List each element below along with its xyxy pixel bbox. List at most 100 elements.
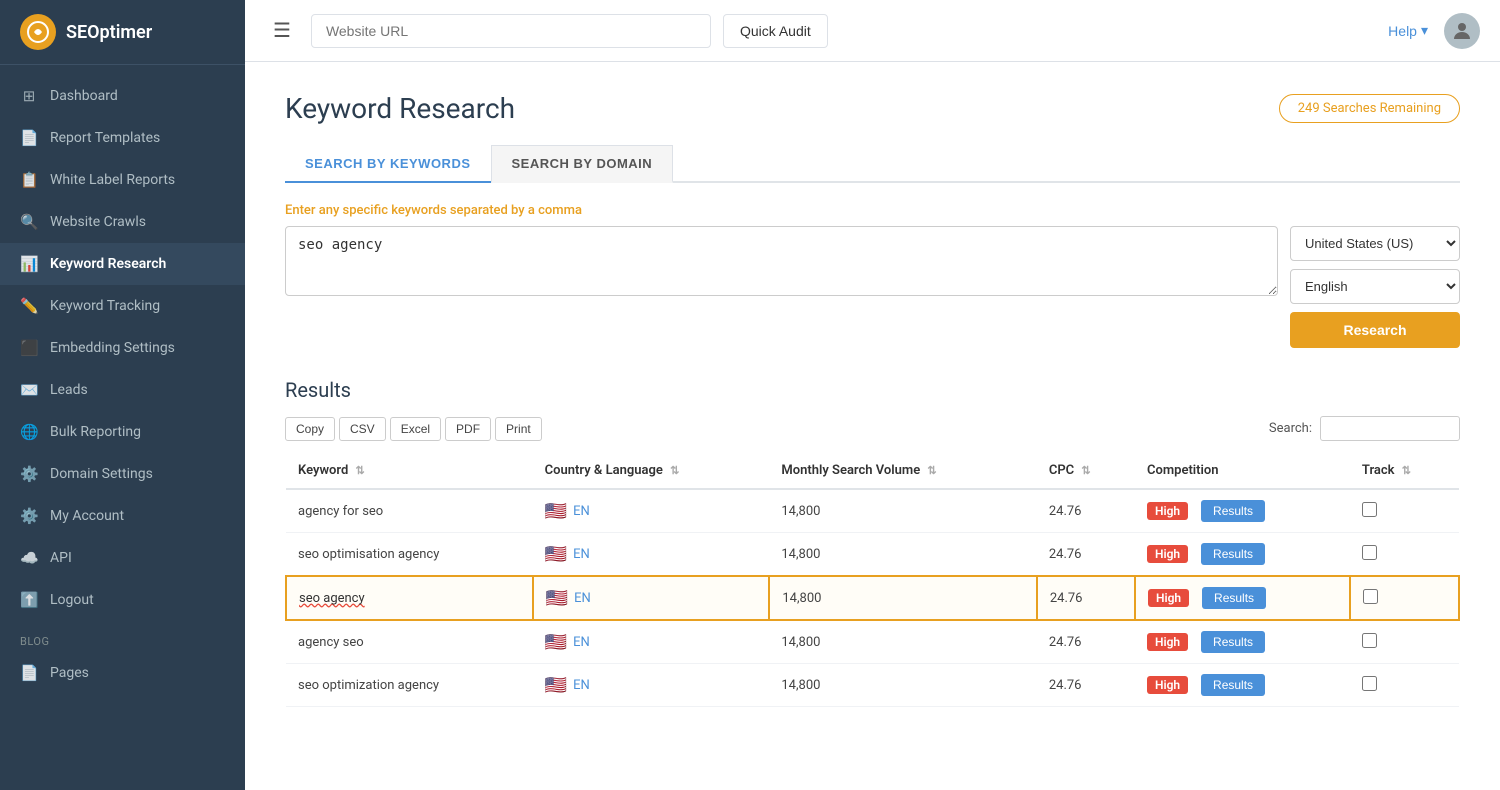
results-button[interactable]: Results <box>1201 674 1265 696</box>
keyword-input[interactable]: seo agency <box>285 226 1278 296</box>
quick-audit-button[interactable]: Quick Audit <box>723 14 828 48</box>
sidebar-item-logout[interactable]: ⬆️ Logout <box>0 579 245 621</box>
search-hint: Enter any specific keywords separated by… <box>285 203 1460 218</box>
export-buttons: Copy CSV Excel PDF Print <box>285 417 542 441</box>
cell-keyword: agency for seo <box>286 489 533 533</box>
sidebar-item-my-account[interactable]: ⚙️ My Account <box>0 495 245 537</box>
lang-code: EN <box>573 547 590 562</box>
dashboard-icon: ⊞ <box>20 87 38 105</box>
results-button[interactable]: Results <box>1201 500 1265 522</box>
lang-code: EN <box>573 635 590 650</box>
keyword-research-icon: 📊 <box>20 255 38 273</box>
report-templates-icon: 📄 <box>20 129 38 147</box>
sidebar-item-leads[interactable]: ✉️ Leads <box>0 369 245 411</box>
track-checkbox[interactable] <box>1362 545 1377 560</box>
help-button[interactable]: Help ▾ <box>1388 22 1428 39</box>
sidebar-item-website-crawls[interactable]: 🔍 Website Crawls <box>0 201 245 243</box>
sort-country-icon[interactable]: ⇅ <box>670 464 679 477</box>
country-select[interactable]: United States (US) United Kingdom (GB) A… <box>1290 226 1460 261</box>
sidebar-nav: ⊞ Dashboard 📄 Report Templates 📋 White L… <box>0 65 245 790</box>
competition-badge: High <box>1147 502 1188 520</box>
lang-code: EN <box>573 678 590 693</box>
sidebar-item-embedding-settings[interactable]: ⬛ Embedding Settings <box>0 327 245 369</box>
flag-icon: 🇺🇸 <box>546 588 568 609</box>
results-button[interactable]: Results <box>1201 543 1265 565</box>
export-copy-button[interactable]: Copy <box>285 417 335 441</box>
sidebar-item-report-templates[interactable]: 📄 Report Templates <box>0 117 245 159</box>
sort-keyword-icon[interactable]: ⇅ <box>356 464 365 477</box>
sidebar-item-label: Keyword Research <box>50 256 166 272</box>
cell-volume: 14,800 <box>769 576 1036 620</box>
hint-keyword: keywords <box>391 203 446 218</box>
sidebar-item-bulk-reporting[interactable]: 🌐 Bulk Reporting <box>0 411 245 453</box>
cell-keyword: seo optimization agency <box>286 664 533 707</box>
export-csv-button[interactable]: CSV <box>339 417 386 441</box>
sidebar-item-keyword-tracking[interactable]: ✏️ Keyword Tracking <box>0 285 245 327</box>
sidebar-logo[interactable]: SEOptimer <box>0 0 245 65</box>
research-button[interactable]: Research <box>1290 312 1460 348</box>
page-header: Keyword Research 249 Searches Remaining <box>285 92 1460 125</box>
cell-competition: High Results <box>1135 620 1350 664</box>
logo-text: SEOptimer <box>66 22 152 43</box>
sidebar-item-label: Website Crawls <box>50 214 146 230</box>
col-keyword: Keyword ⇅ <box>286 453 533 489</box>
search-row: seo agency United States (US) United Kin… <box>285 226 1460 348</box>
export-pdf-button[interactable]: PDF <box>445 417 491 441</box>
track-checkbox[interactable] <box>1362 633 1377 648</box>
hint-suffix: separated by a comma <box>447 203 582 218</box>
table-search-input[interactable] <box>1320 416 1460 441</box>
competition-badge: High <box>1148 589 1189 607</box>
cell-country-language: 🇺🇸 EN <box>533 620 770 664</box>
track-checkbox[interactable] <box>1362 502 1377 517</box>
sort-track-icon[interactable]: ⇅ <box>1402 464 1411 477</box>
sidebar-item-api[interactable]: ☁️ API <box>0 537 245 579</box>
table-row: seo agency 🇺🇸 EN 14,800 24.76 High Resul… <box>286 576 1459 620</box>
table-row: seo optimisation agency 🇺🇸 EN 14,800 24.… <box>286 533 1459 577</box>
help-chevron-icon: ▾ <box>1421 22 1428 39</box>
language-select[interactable]: English Spanish French German <box>1290 269 1460 304</box>
search-controls: United States (US) United Kingdom (GB) A… <box>1290 226 1460 348</box>
sort-cpc-icon[interactable]: ⇅ <box>1081 464 1090 477</box>
cell-country-language: 🇺🇸 EN <box>533 533 770 577</box>
track-checkbox[interactable] <box>1362 676 1377 691</box>
cell-track <box>1350 664 1459 707</box>
cell-country-language: 🇺🇸 EN <box>533 664 770 707</box>
sidebar-item-label: Dashboard <box>50 88 118 104</box>
user-avatar[interactable] <box>1444 13 1480 49</box>
sidebar-item-white-label-reports[interactable]: 📋 White Label Reports <box>0 159 245 201</box>
logout-icon: ⬆️ <box>20 591 38 609</box>
cell-volume: 14,800 <box>769 489 1036 533</box>
topbar: ☰ Quick Audit Help ▾ <box>245 0 1500 62</box>
sidebar-item-pages[interactable]: 📄 Pages <box>0 652 245 694</box>
cell-cpc: 24.76 <box>1037 533 1135 577</box>
cell-cpc: 24.76 <box>1037 664 1135 707</box>
my-account-icon: ⚙️ <box>20 507 38 525</box>
table-header: Keyword ⇅ Country & Language ⇅ Monthly S… <box>286 453 1459 489</box>
col-competition: Competition <box>1135 453 1350 489</box>
white-label-icon: 📋 <box>20 171 38 189</box>
tab-search-by-keywords[interactable]: SEARCH BY KEYWORDS <box>285 145 491 183</box>
sidebar-item-keyword-research[interactable]: 📊 Keyword Research <box>0 243 245 285</box>
results-button[interactable]: Results <box>1201 631 1265 653</box>
export-excel-button[interactable]: Excel <box>390 417 441 441</box>
cell-track <box>1350 489 1459 533</box>
cell-competition: High Results <box>1135 489 1350 533</box>
cell-cpc: 24.76 <box>1037 489 1135 533</box>
embedding-icon: ⬛ <box>20 339 38 357</box>
sidebar-item-dashboard[interactable]: ⊞ Dashboard <box>0 75 245 117</box>
search-tabs: SEARCH BY KEYWORDS SEARCH BY DOMAIN <box>285 145 1460 183</box>
website-url-input[interactable] <box>311 14 711 48</box>
flag-icon: 🇺🇸 <box>545 632 567 653</box>
logo-icon <box>20 14 56 50</box>
results-button[interactable]: Results <box>1202 587 1266 609</box>
export-print-button[interactable]: Print <box>495 417 542 441</box>
sidebar-item-domain-settings[interactable]: ⚙️ Domain Settings <box>0 453 245 495</box>
track-checkbox[interactable] <box>1363 589 1378 604</box>
tab-search-by-domain[interactable]: SEARCH BY DOMAIN <box>491 145 674 183</box>
sidebar: SEOptimer ⊞ Dashboard 📄 Report Templates… <box>0 0 245 790</box>
sidebar-item-label: Embedding Settings <box>50 340 175 356</box>
sidebar-item-label: Keyword Tracking <box>50 298 160 314</box>
hamburger-button[interactable]: ☰ <box>265 14 299 47</box>
sidebar-item-label: White Label Reports <box>50 172 175 188</box>
sort-volume-icon[interactable]: ⇅ <box>927 464 936 477</box>
